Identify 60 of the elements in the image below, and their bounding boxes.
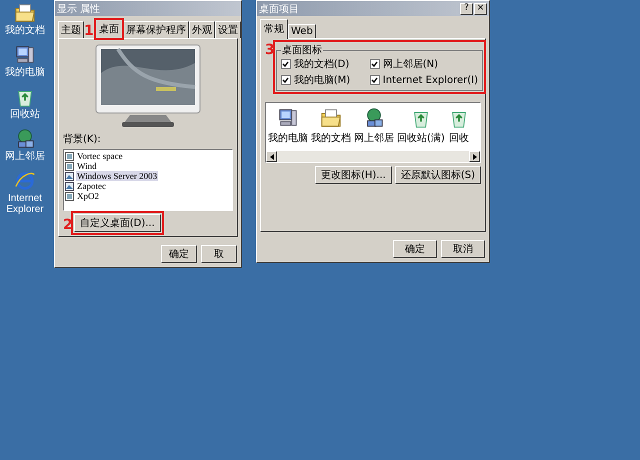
window-title: 显示 属性 [57, 2, 100, 16]
picture-file-icon [65, 182, 74, 190]
callout-number: 1 [84, 24, 95, 38]
dialog-button[interactable]: 取消 [441, 240, 485, 258]
desktop-icon-label[interactable]: Internet Explorer [2, 193, 48, 215]
list-item[interactable]: Wind [76, 161, 98, 171]
tab[interactable]: 设置 [214, 21, 241, 38]
check-icon [371, 76, 378, 84]
desktop-icon-label[interactable]: 我的文档 [2, 25, 48, 36]
dialog-button[interactable]: 确定 [393, 240, 437, 258]
list-item[interactable]: XpO2 [76, 191, 100, 201]
tab[interactable]: 桌面 [94, 19, 123, 39]
list-item[interactable]: Vortec space [76, 151, 124, 161]
callout-number: 3 [265, 43, 276, 57]
scroll-right-icon[interactable] [469, 151, 480, 162]
picture-file-icon [65, 172, 74, 180]
checkbox[interactable] [370, 75, 380, 85]
callout-number: 2 [63, 218, 74, 232]
tab[interactable]: 主题 [58, 21, 84, 38]
scroll-left-icon[interactable] [266, 151, 277, 162]
check-icon [371, 60, 378, 68]
icon-label[interactable]: 回收 [448, 131, 469, 145]
list-item[interactable]: Zapotec [76, 181, 107, 191]
close-button[interactable]: × [474, 2, 487, 14]
check-icon [282, 60, 290, 68]
check-icon [282, 76, 290, 84]
dialog-button[interactable]: 取 [201, 245, 237, 263]
icon-label[interactable]: 我的电脑 [268, 131, 308, 145]
group-title: 桌面图标 [280, 44, 323, 57]
checkbox[interactable] [280, 59, 291, 69]
list-item[interactable]: Windows Server 2003 [76, 171, 158, 181]
checkbox-label: 我的文档(D) [294, 58, 350, 71]
tab[interactable]: Web [288, 24, 316, 38]
documents-icon [320, 107, 342, 129]
customize-desktop-button[interactable]: 自定义桌面(D)... [74, 214, 161, 232]
checkbox-label: Internet Explorer(I) [382, 74, 478, 86]
icon-label[interactable]: 我的文档 [311, 131, 351, 145]
icon-action-button[interactable]: 更改图标(H)... [314, 166, 392, 184]
background-label: 背景(K): [63, 132, 102, 146]
help-button[interactable]: ? [460, 2, 473, 14]
computer-icon [14, 44, 36, 66]
horizontal-scrollbar[interactable] [266, 151, 480, 162]
icon-action-button[interactable]: 还原默认图标(S) [394, 166, 481, 184]
computer-icon [277, 107, 299, 129]
dialog-button[interactable]: 确定 [161, 245, 197, 263]
tab[interactable]: 常规 [260, 19, 288, 39]
documents-icon [14, 2, 36, 24]
checkbox[interactable] [280, 75, 291, 85]
desktop-icon-label[interactable]: 网上邻居 [2, 151, 48, 162]
checkbox-label: 网上邻居(N) [382, 58, 438, 71]
icon-label[interactable]: 网上邻居 [354, 131, 394, 145]
tab[interactable]: 屏幕保护程序 [122, 21, 189, 38]
checkbox-label: 我的电脑(M) [294, 74, 350, 87]
desktop-icon-label[interactable]: 回收站 [2, 109, 48, 120]
window-title: 桌面项目 [259, 2, 299, 16]
checkbox[interactable] [370, 59, 380, 69]
tab[interactable]: 外观 [188, 21, 215, 38]
desktop-icon-label[interactable]: 我的电脑 [2, 67, 48, 78]
ie-icon [14, 170, 36, 192]
icon-label[interactable]: 回收站(满) [397, 131, 445, 145]
